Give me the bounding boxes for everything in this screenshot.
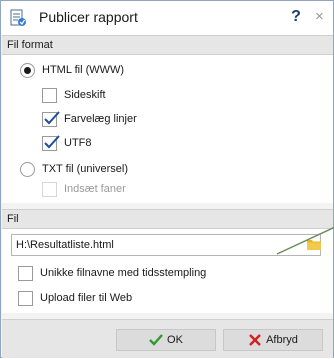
cancel-x-icon: [249, 334, 261, 346]
checkmark-icon: [44, 111, 60, 125]
title-bar: Publicer rapport ? ×: [1, 1, 333, 35]
report-icon: [10, 9, 26, 26]
insert-tabs-label: Indsæt faner: [64, 183, 126, 195]
close-button[interactable]: ×: [315, 6, 333, 28]
page-break-label: Sideskift: [64, 89, 106, 101]
color-lines-checkbox[interactable]: [42, 111, 60, 127]
color-lines-label: Farvelæg linjer: [64, 113, 137, 125]
cancel-label: Afbryd: [266, 334, 298, 346]
file-format-panel: HTML fil (WWW) Sideskift Farvelæg linjer…: [2, 55, 333, 203]
html-format-radio[interactable]: [20, 63, 35, 78]
publish-report-dialog: Publicer rapport ? × Fil format HTML fil…: [0, 0, 334, 358]
upload-web-checkbox[interactable]: [18, 291, 33, 306]
txt-format-radio[interactable]: [20, 162, 35, 177]
button-bar: OK Afbryd: [2, 319, 333, 358]
checkmark-icon: [44, 135, 60, 149]
file-path-input[interactable]: [11, 234, 321, 256]
dialog-title: Publicer rapport: [39, 9, 138, 25]
unique-names-label: Unikke filnavne med tidsstempling: [40, 267, 207, 279]
help-button[interactable]: ?: [285, 6, 307, 28]
ok-label: OK: [167, 334, 183, 346]
html-format-label: HTML fil (WWW): [42, 64, 125, 76]
folder-icon[interactable]: [307, 239, 321, 250]
ok-button[interactable]: OK: [116, 329, 216, 351]
insert-tabs-checkbox[interactable]: [42, 182, 57, 197]
ok-check-icon: [149, 334, 163, 346]
cancel-button[interactable]: Afbryd: [223, 329, 323, 351]
file-header: Fil: [2, 209, 333, 229]
utf8-checkbox[interactable]: [42, 135, 60, 151]
file-format-header: Fil format: [2, 35, 333, 55]
utf8-label: UTF8: [64, 137, 92, 149]
page-break-checkbox[interactable]: [42, 88, 57, 103]
txt-format-label: TXT fil (universel): [42, 163, 128, 175]
upload-web-label: Upload filer til Web: [40, 292, 133, 304]
unique-names-checkbox[interactable]: [18, 266, 33, 281]
